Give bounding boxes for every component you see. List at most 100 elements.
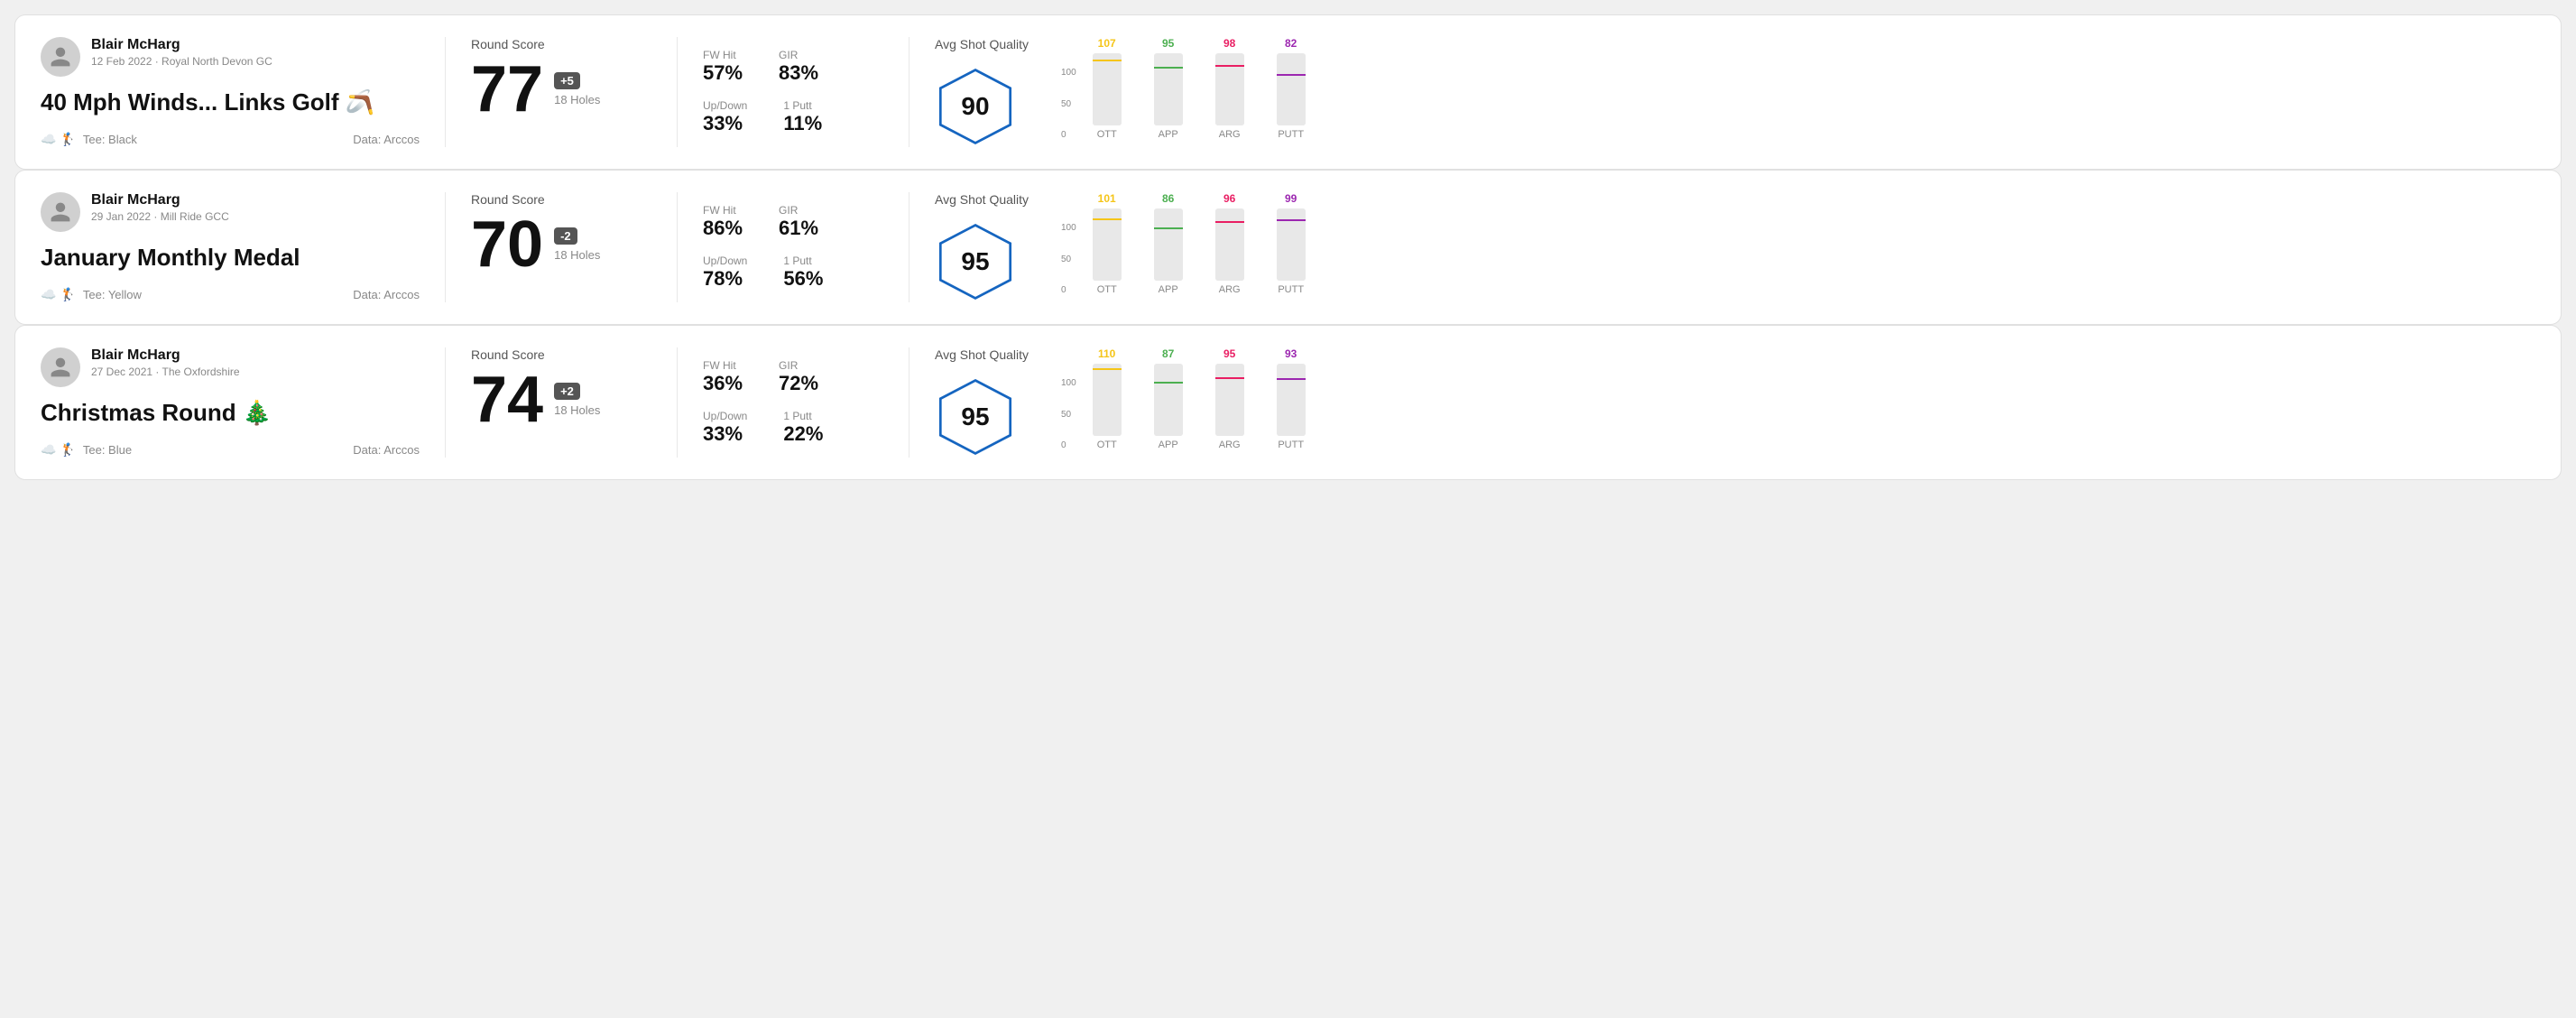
hex-score-value: 95: [961, 403, 989, 431]
chart-arg-label: ARG: [1219, 129, 1241, 140]
bag-icon: 🏌️: [60, 287, 75, 302]
stat-one-putt-value: 22%: [783, 422, 823, 446]
chart-col-arg: 98ARG: [1206, 37, 1253, 140]
stat-gir-value: 72%: [779, 372, 818, 395]
chart-arg-line: [1215, 377, 1244, 379]
chart-app-label: APP: [1159, 440, 1178, 450]
chart-col-ott: 101OTT: [1084, 192, 1131, 295]
tee-icons: ☁️🏌️: [41, 287, 76, 302]
chart-putt-label: PUTT: [1278, 129, 1304, 140]
score-row: 77+518 Holes: [471, 57, 651, 122]
chart-putt-value: 93: [1285, 347, 1297, 360]
chart-app-value: 87: [1162, 347, 1174, 360]
stat-gir-label: GIR: [779, 359, 818, 372]
chart-ott-value: 101: [1098, 192, 1116, 205]
score-row: 70-218 Holes: [471, 212, 651, 277]
chart-ott-bar: [1093, 53, 1122, 125]
chart-putt-bar: [1277, 364, 1306, 436]
stat-one-putt-value: 11%: [783, 112, 822, 135]
hexagon-container: 95: [935, 376, 1043, 458]
round-card-1: Blair McHarg29 Jan 2022 · Mill Ride GCCJ…: [14, 170, 2562, 325]
stat-one-putt-label: 1 Putt: [783, 99, 822, 112]
player-details: Blair McHarg27 Dec 2021 · The Oxfordshir…: [91, 347, 240, 378]
stat-one-putt: 1 Putt22%: [783, 410, 823, 446]
score-number: 70: [471, 212, 543, 277]
player-meta: 12 Feb 2022 · Royal North Devon GC: [91, 55, 272, 68]
data-source-label: Data: Arccos: [353, 133, 420, 146]
hexagon: 95: [935, 221, 1016, 302]
chart-putt-label: PUTT: [1278, 440, 1304, 450]
chart-ott-bar: [1093, 364, 1122, 436]
chart-app-line: [1154, 227, 1183, 229]
chart-ott-value: 110: [1098, 347, 1115, 360]
chart-putt-value: 99: [1285, 192, 1297, 205]
y-axis-100: 100: [1061, 68, 1076, 78]
score-section: Round Score70-218 Holes: [471, 192, 651, 302]
chart-putt-line: [1277, 219, 1306, 221]
y-axis-50: 50: [1061, 255, 1076, 264]
stats-section: FW Hit86%GIR61%Up/Down78%1 Putt56%: [703, 192, 883, 302]
hex-score-value: 95: [961, 247, 989, 276]
score-diff-badge: +2: [554, 383, 580, 400]
chart-col-app: 95APP: [1145, 37, 1192, 140]
quality-section: Avg Shot Quality90: [935, 37, 1043, 147]
stat-one-putt-value: 56%: [783, 267, 823, 291]
chart-col-putt: 93 PUTT: [1268, 347, 1315, 450]
chart-with-axis: 100 50 0 107OTT95APP98ARG82PUTT: [1061, 37, 2535, 140]
chart-with-axis: 100 50 0 110OTT87APP95ARG93PUTT: [1061, 347, 2535, 450]
chart-arg-value: 96: [1223, 192, 1235, 205]
avatar: [41, 37, 80, 77]
stats-row-1: FW Hit86%GIR61%: [703, 204, 883, 240]
chart-col-app: 87 APP: [1145, 347, 1192, 450]
stats-row-2: Up/Down78%1 Putt56%: [703, 255, 883, 291]
weather-icon: ☁️: [41, 132, 56, 147]
bag-icon: 🏌️: [60, 442, 75, 458]
chart-app-label: APP: [1159, 284, 1178, 295]
round-title: 40 Mph Winds... Links Golf 🪃: [41, 88, 420, 116]
chart-putt-value: 82: [1285, 37, 1297, 50]
chart-ott-bar: [1093, 208, 1122, 281]
stat-fw-hit: FW Hit36%: [703, 359, 743, 395]
chart-app-bar: [1154, 208, 1183, 281]
stat-gir-label: GIR: [779, 49, 818, 61]
stat-one-putt: 1 Putt11%: [783, 99, 822, 135]
chart-putt-line: [1277, 74, 1306, 76]
chart-col-putt: 99PUTT: [1268, 192, 1315, 295]
stat-up-down-value: 33%: [703, 422, 747, 446]
player-meta: 29 Jan 2022 · Mill Ride GCC: [91, 210, 229, 223]
avg-shot-quality-label: Avg Shot Quality: [935, 347, 1043, 362]
y-axis-0: 0: [1061, 130, 1076, 140]
y-axis-50: 50: [1061, 410, 1076, 420]
hexagon-container: 90: [935, 66, 1043, 147]
chart-arg-line: [1215, 221, 1244, 223]
round-card-2: Blair McHarg27 Dec 2021 · The Oxfordshir…: [14, 325, 2562, 480]
player-details: Blair McHarg12 Feb 2022 · Royal North De…: [91, 37, 272, 68]
chart-cols-group: 107OTT95APP98ARG82PUTT: [1084, 37, 1315, 140]
tee-icons: ☁️🏌️: [41, 442, 76, 458]
stat-gir: GIR83%: [779, 49, 818, 85]
divider-2: [677, 37, 678, 147]
stat-up-down: Up/Down33%: [703, 410, 747, 446]
chart-ott-value: 107: [1098, 37, 1116, 50]
player-meta: 27 Dec 2021 · The Oxfordshire: [91, 366, 240, 378]
chart-app-value: 86: [1162, 192, 1174, 205]
chart-arg-label: ARG: [1219, 440, 1241, 450]
chart-arg-line: [1215, 65, 1244, 67]
quality-section: Avg Shot Quality 95: [935, 347, 1043, 458]
stat-fw-hit-label: FW Hit: [703, 49, 743, 61]
player-info: Blair McHarg29 Jan 2022 · Mill Ride GCC: [41, 192, 420, 232]
stats-row-1: FW Hit57% GIR83%: [703, 49, 883, 85]
chart-col-ott: 110OTT: [1084, 347, 1131, 450]
stat-up-down-value: 78%: [703, 267, 747, 291]
round-title: Christmas Round 🎄: [41, 399, 420, 427]
stat-fw-hit-value: 86%: [703, 217, 743, 240]
chart-y-axis: 100 50 0: [1061, 378, 1076, 450]
stat-up-down-label: Up/Down: [703, 410, 747, 422]
chart-section: 100 50 0 110OTT87APP95ARG93PUTT: [1043, 347, 2535, 458]
stat-gir-label: GIR: [779, 204, 818, 217]
stat-fw-hit: FW Hit57%: [703, 49, 743, 85]
stat-fw-hit-label: FW Hit: [703, 204, 743, 217]
score-section: Round Score77+518 Holes: [471, 37, 651, 147]
divider-1: [445, 192, 446, 302]
chart-with-axis: 100 50 0 101OTT86APP96ARG99PUTT: [1061, 192, 2535, 295]
